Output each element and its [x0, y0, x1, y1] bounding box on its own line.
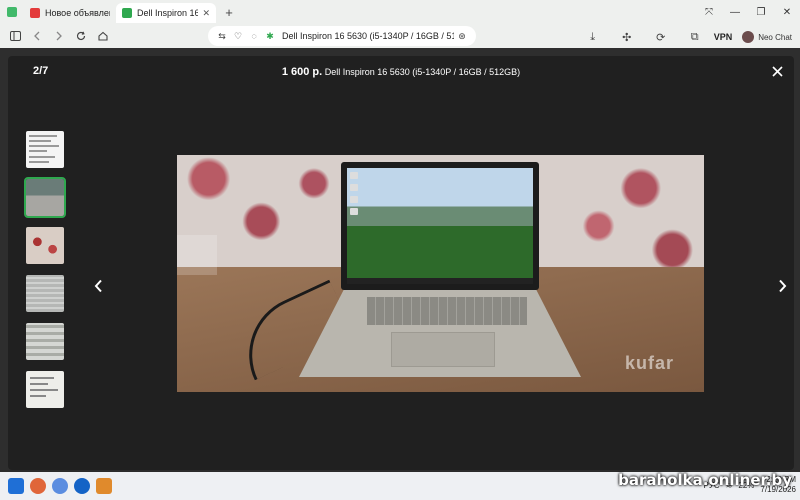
screenshot-icon[interactable]: ⧉: [680, 26, 710, 48]
site-watermark: baraholka.onliner.by: [618, 471, 792, 489]
close-tab-icon[interactable]: ✕: [202, 8, 210, 19]
favicon-icon: [30, 8, 40, 18]
extensions-icon[interactable]: ✣: [612, 26, 642, 48]
laptop-display: [347, 168, 533, 284]
thumbnail[interactable]: [26, 227, 64, 264]
forward-icon[interactable]: [48, 25, 70, 47]
app-icon[interactable]: [74, 478, 90, 494]
watermark: kufar: [624, 353, 674, 373]
new-tab-button[interactable]: +: [220, 5, 238, 20]
sidebar-icon[interactable]: [4, 25, 26, 47]
listing-title: Dell Inspiron 16 5630 (i5-1340P / 16GB /…: [324, 67, 521, 77]
download-icon[interactable]: ⤓: [578, 26, 608, 48]
close-icon[interactable]: [768, 62, 786, 80]
app-icon[interactable]: [30, 478, 46, 494]
site-settings-icon[interactable]: ⇆: [214, 31, 230, 42]
chevron-left-icon[interactable]: [90, 276, 106, 296]
chevron-right-icon[interactable]: [774, 276, 790, 296]
profile-name: Neo Chat: [758, 32, 792, 42]
browser-app-icon[interactable]: [52, 478, 68, 494]
avatar: [742, 31, 755, 43]
laptop-keyboard: [367, 297, 527, 325]
browser-toolbar: ⇆ ♡ ◌ ✱ Dell Inspiron 16 5630 (i5-1340P …: [0, 24, 800, 48]
thumbnail[interactable]: [26, 371, 64, 408]
minimize-icon[interactable]: —: [722, 0, 748, 24]
app-icon[interactable]: [96, 478, 112, 494]
address-bar[interactable]: ⇆ ♡ ◌ ✱ Dell Inspiron 16 5630 (i5-1340P …: [208, 26, 476, 46]
tab-title: Новое объявление - Ба: [45, 8, 110, 18]
restore-tabs-icon[interactable]: ⤧: [696, 0, 722, 24]
sync-icon[interactable]: ⟳: [646, 26, 676, 48]
listing-photo: kufar: [177, 155, 704, 392]
home-icon[interactable]: [92, 25, 114, 47]
tab-strip: Новое объявление - Ба Dell Inspiron 16 5…: [0, 0, 800, 24]
address-url: Dell Inspiron 16 5630 (i5-1340P / 16GB /…: [282, 31, 454, 41]
tab-title: Dell Inspiron 16 5630 (i5: [137, 8, 199, 18]
tab-actions-icon[interactable]: [0, 0, 24, 24]
tracker-icon: ◌: [251, 31, 257, 41]
laptop-screen: [341, 162, 539, 290]
reload-icon[interactable]: [70, 25, 92, 47]
tab-dell-inspiron[interactable]: Dell Inspiron 16 5630 (i5 ✕: [116, 3, 216, 23]
profile-button[interactable]: Neo Chat: [742, 31, 792, 43]
vpn-badge[interactable]: VPN: [714, 32, 733, 42]
thumbnail-active[interactable]: [24, 177, 66, 218]
toolbar-right: ⤓ ✣ ⟳ ⧉ VPN Neo Chat: [578, 26, 792, 48]
image-lightbox: 2/7 1 600 р. Dell Inspiron 16 5630 (i5-1…: [8, 56, 794, 470]
back-icon[interactable]: [26, 25, 48, 47]
window-controls: ⤧ — ❐ ✕: [696, 0, 800, 24]
listing-price: 1 600 р.: [281, 66, 323, 78]
thumbnail[interactable]: [26, 323, 64, 360]
site-favicon-icon: ✱: [266, 30, 274, 41]
tab-new-listing[interactable]: Новое объявление - Ба: [24, 3, 116, 23]
verified-icon[interactable]: ⊛: [454, 31, 470, 42]
listing-caption: 1 600 р. Dell Inspiron 16 5630 (i5-1340P…: [8, 66, 794, 78]
favicon-icon: [122, 8, 132, 18]
heart-icon[interactable]: ♡: [230, 31, 246, 42]
maximize-icon[interactable]: ❐: [748, 0, 774, 24]
thumbnail-strip: [24, 131, 70, 419]
laptop-trackpad: [391, 332, 495, 367]
windows-start-icon[interactable]: [8, 478, 24, 494]
thumbnail[interactable]: [26, 131, 64, 168]
close-window-icon[interactable]: ✕: [774, 0, 800, 24]
thumbnail[interactable]: [26, 275, 64, 312]
